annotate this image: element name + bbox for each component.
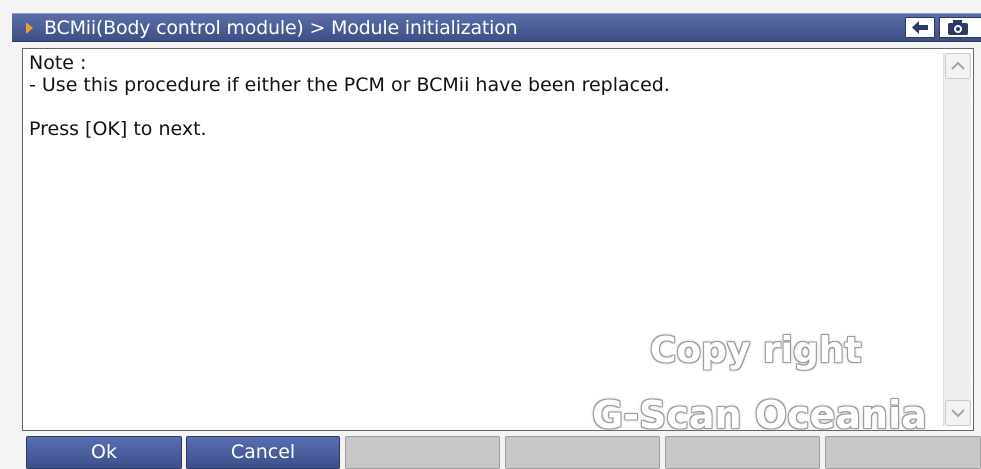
scroll-down-button[interactable]: [945, 400, 971, 426]
function-key-3: [345, 436, 500, 469]
function-key-6: [825, 436, 981, 469]
chevron-up-icon: [951, 61, 965, 70]
scroll-up-button[interactable]: [945, 53, 971, 79]
function-key-bar: Ok Cancel: [0, 436, 981, 469]
note-body: - Use this procedure if either the PCM o…: [29, 74, 670, 96]
function-key-4: [505, 436, 660, 469]
watermark-company: G-Scan Oceania: [592, 393, 927, 437]
vertical-scrollbar[interactable]: [943, 53, 971, 426]
note-heading: Note :: [29, 52, 87, 74]
back-arrow-icon: [912, 21, 928, 34]
title-bar: BCMii(Body control module) > Module init…: [12, 13, 981, 42]
app-window: BCMii(Body control module) > Module init…: [0, 0, 981, 469]
cancel-button[interactable]: Cancel: [186, 436, 340, 469]
instruction-text: Press [OK] to next.: [29, 118, 207, 140]
watermark-copyright: Copy right: [650, 330, 862, 371]
right-triangle-icon: [26, 22, 33, 34]
breadcrumb: BCMii(Body control module) > Module init…: [44, 17, 518, 39]
message-text: Note : - Use this procedure if either th…: [29, 52, 929, 140]
function-key-5: [665, 436, 820, 469]
ok-button[interactable]: Ok: [26, 436, 182, 469]
back-button[interactable]: [905, 17, 935, 38]
chevron-down-icon: [951, 409, 965, 418]
camera-icon: [948, 20, 968, 35]
capture-button[interactable]: [939, 17, 981, 38]
message-panel: Note : - Use this procedure if either th…: [22, 48, 974, 431]
